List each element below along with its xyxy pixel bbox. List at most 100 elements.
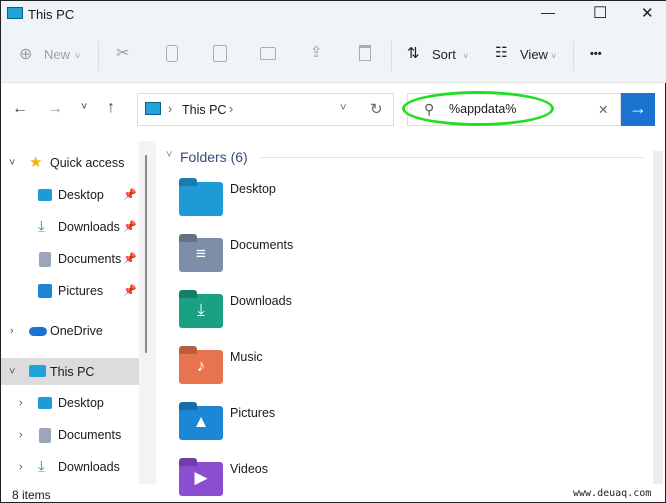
breadcrumb-separator[interactable]: › — [168, 102, 172, 116]
cut-icon[interactable]: ✂ — [116, 43, 129, 63]
chevron-down-icon: ˅ — [551, 51, 557, 61]
folder-item-name[interactable]: Documents — [230, 238, 293, 252]
downloads-folder-icon[interactable]: ⤓ — [179, 294, 223, 328]
chevron-down-icon[interactable]: ˅ — [9, 149, 15, 177]
address-dropdown-button[interactable]: ˅ — [340, 102, 346, 114]
sidebar-item-desktop[interactable]: › Desktop — [1, 389, 139, 417]
this-pc-icon — [145, 102, 161, 115]
breadcrumb-separator[interactable]: › — [229, 102, 233, 116]
new-button[interactable]: New — [44, 47, 70, 62]
sidebar-item-label: Downloads — [58, 460, 120, 474]
sidebar-item-label: Desktop — [58, 396, 104, 410]
up-button[interactable]: ↑ — [107, 99, 115, 117]
chevron-down-icon[interactable]: ˅ — [9, 358, 15, 386]
divider — [573, 41, 574, 71]
divider — [98, 41, 99, 71]
search-go-button[interactable]: → — [621, 93, 655, 126]
delete-icon[interactable] — [359, 45, 371, 61]
new-icon: ⊕ — [19, 46, 33, 63]
cloud-icon — [29, 327, 47, 336]
sidebar-item-label: Quick access — [50, 156, 125, 170]
desktop-icon — [38, 189, 52, 201]
folder-item-name[interactable]: Pictures — [230, 406, 275, 420]
forward-button[interactable]: → — [47, 100, 63, 118]
close-button[interactable]: ✕ — [641, 4, 654, 22]
recent-locations-button[interactable]: ˅ — [81, 101, 87, 113]
documents-icon — [39, 428, 51, 443]
title-bar: This PC — ☐ ✕ — [1, 1, 666, 29]
chevron-right-icon[interactable]: › — [19, 453, 23, 481]
pin-icon: 📌 — [123, 285, 137, 297]
address-bar[interactable]: › This PC › ˅ ↻ — [137, 93, 394, 126]
content-scrollbar[interactable] — [653, 151, 663, 484]
documents-folder-icon[interactable]: ≡ — [179, 238, 223, 272]
chevron-down-icon: ˅ — [75, 51, 81, 61]
sidebar-item-label: Downloads — [58, 220, 120, 234]
divider — [260, 157, 644, 158]
view-button[interactable]: View — [520, 47, 548, 62]
window-title: This PC — [28, 7, 75, 22]
divider — [391, 41, 392, 71]
chevron-right-icon[interactable]: › — [19, 389, 23, 417]
sidebar-item-pictures[interactable]: Pictures 📌 — [1, 277, 139, 305]
sidebar-item-label: Desktop — [58, 188, 104, 202]
maximize-button[interactable]: ☐ — [593, 3, 607, 23]
sidebar-item-quick-access[interactable]: ˅ ★ Quick access — [1, 149, 139, 177]
pin-icon: 📌 — [123, 253, 137, 265]
sidebar-item-label: This PC — [50, 365, 95, 379]
group-header[interactable]: Folders (6) — [180, 149, 248, 165]
chevron-right-icon[interactable]: › — [10, 317, 14, 345]
sidebar-item-label: Pictures — [58, 284, 104, 298]
sidebar-scroll-track — [139, 141, 156, 484]
sidebar-item-documents[interactable]: Documents 📌 — [1, 245, 139, 273]
chevron-down-icon: ˅ — [463, 51, 469, 61]
folder-item-name[interactable]: Music — [230, 350, 263, 364]
rename-icon[interactable] — [260, 47, 276, 60]
clear-search-button[interactable]: ✕ — [598, 102, 608, 117]
download-icon: ⤓ — [38, 218, 45, 235]
highlight-annotation — [402, 91, 554, 126]
music-folder-icon[interactable]: ♪ — [179, 350, 223, 384]
pictures-folder-icon[interactable]: ▲ — [179, 406, 223, 440]
share-icon[interactable]: ⇪ — [310, 43, 323, 61]
sidebar-item-label: OneDrive — [50, 324, 103, 338]
pin-icon: 📌 — [123, 189, 137, 201]
refresh-button[interactable]: ↻ — [370, 100, 383, 118]
folder-item-name[interactable]: Videos — [230, 462, 268, 476]
paste-icon[interactable] — [213, 45, 227, 62]
pictures-icon — [38, 284, 52, 298]
pin-icon: 📌 — [123, 221, 137, 233]
back-button[interactable]: ← — [12, 100, 28, 118]
chevron-right-icon[interactable]: › — [19, 421, 23, 449]
view-icon: ☷ — [495, 44, 508, 60]
sidebar-item-label: Documents — [58, 428, 122, 442]
desktop-folder-icon[interactable] — [179, 182, 223, 216]
watermark: www.deuaq.com — [573, 488, 652, 499]
breadcrumb-this-pc[interactable]: This PC — [182, 103, 226, 117]
minimize-button[interactable]: — — [541, 4, 555, 20]
this-pc-icon — [7, 7, 23, 19]
sidebar-item-downloads[interactable]: › ⤓ Downloads — [1, 453, 139, 481]
item-count: 8 items — [12, 488, 51, 502]
sidebar-item-this-pc[interactable]: ˅ This PC — [1, 358, 139, 385]
folder-item-name[interactable]: Desktop — [230, 182, 276, 196]
sidebar-item-label: Documents — [58, 252, 122, 266]
folder-item-name[interactable]: Downloads — [230, 294, 292, 308]
copy-icon[interactable] — [166, 45, 178, 62]
command-bar: ⊕ New ˅ ✂ ⇪ ⇅ Sort ˅ ☷ View ˅ ••• — [1, 29, 666, 83]
videos-folder-icon[interactable]: ▶ — [179, 462, 223, 496]
more-options-button[interactable]: ••• — [590, 48, 602, 60]
sidebar-item-documents[interactable]: › Documents — [1, 421, 139, 449]
documents-icon — [39, 252, 51, 267]
sort-button[interactable]: Sort — [432, 47, 456, 62]
sidebar-item-onedrive[interactable]: › OneDrive — [1, 317, 139, 345]
navigation-pane: ˅ ★ Quick access Desktop 📌 ⤓ Downloads 📌… — [1, 141, 156, 484]
desktop-icon — [38, 397, 52, 409]
sidebar-scrollbar[interactable] — [145, 155, 147, 353]
sidebar-item-downloads[interactable]: ⤓ Downloads 📌 — [1, 213, 139, 241]
download-icon: ⤓ — [38, 458, 45, 475]
chevron-down-icon[interactable]: ˅ — [166, 149, 172, 161]
sidebar-item-desktop[interactable]: Desktop 📌 — [1, 181, 139, 209]
sort-icon: ⇅ — [407, 45, 420, 62]
this-pc-icon — [29, 365, 46, 377]
